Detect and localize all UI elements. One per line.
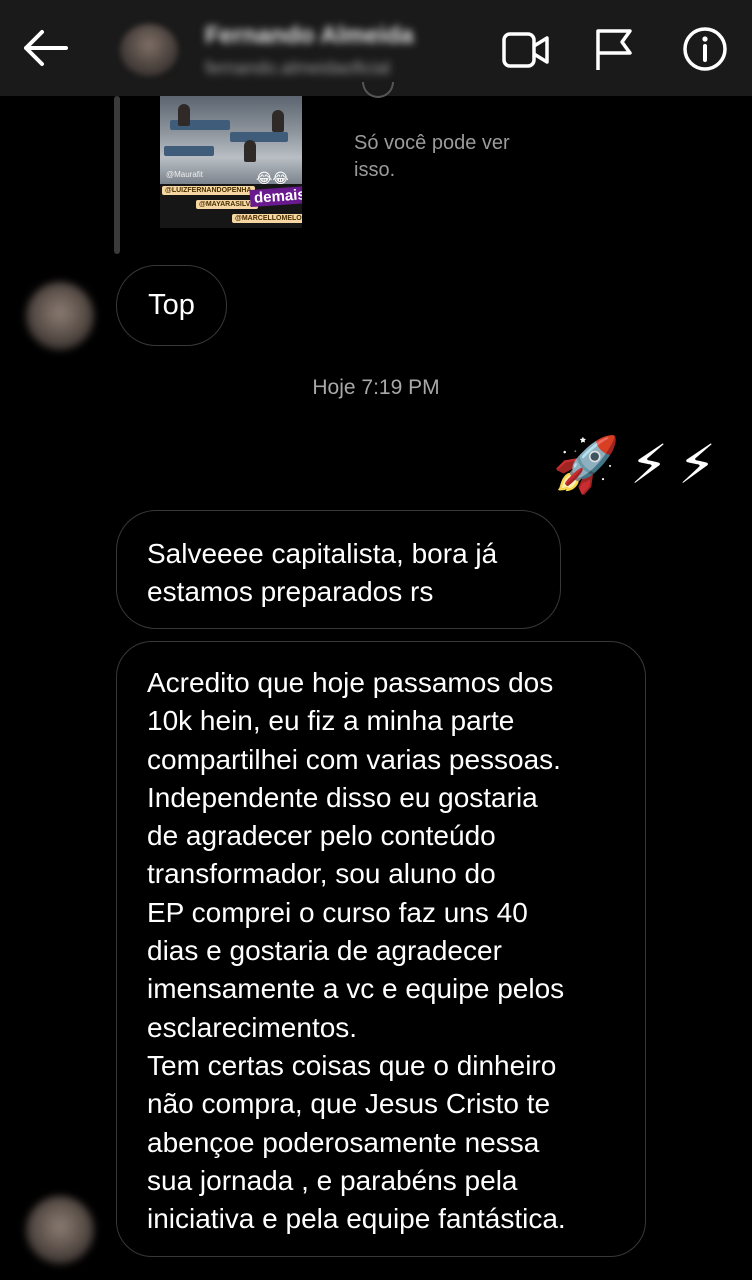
story-credit: @Maurafit: [166, 170, 204, 179]
message-text-line: dias e gostaria de agradecer: [147, 935, 502, 967]
info-icon: [683, 27, 727, 71]
message-text-line: imensamente a vc e equipe pelos: [147, 973, 565, 1005]
story-photo-detail: [230, 132, 288, 142]
message-bubble[interactable]: Salveeee capitalista, bora já estamos pr…: [116, 510, 561, 629]
message-text-line: compartilhei com varias pessoas.: [147, 743, 561, 775]
story-sticker: demais: [249, 185, 302, 208]
message-text-line: iniciativa e pela equipe fantástica.: [147, 1203, 566, 1235]
emoji-message[interactable]: 🚀⚡⚡: [516, 432, 726, 498]
story-mention-tag: @MAYARASILVA: [196, 200, 258, 209]
message-text-line: sua jornada , e parabéns pela: [147, 1164, 518, 1196]
message-text-line: esclarecimentos.: [147, 1011, 358, 1043]
message-text-line: Independente disso eu gostaria: [147, 781, 538, 813]
report-button[interactable]: [588, 24, 640, 76]
story-mention-tag: @LUIZFERNANDOPENHA: [162, 186, 255, 195]
message-timestamp: Hoje 7:19 PM: [312, 376, 440, 399]
story-mention-tag: @MARCELLOMELO: [232, 214, 302, 223]
back-button[interactable]: [14, 22, 76, 74]
flag-icon: [596, 29, 632, 70]
message-text-line: Tem certas coisas que o dinheiro: [147, 1049, 557, 1081]
contact-avatar[interactable]: [120, 24, 178, 76]
private-visibility-note: Só você pode ver isso.: [354, 132, 510, 181]
message-text-line: EP comprei o curso faz uns 40: [147, 896, 528, 928]
message-bubble[interactable]: Top: [116, 265, 227, 346]
story-photo-detail: [272, 110, 284, 132]
message-text-line: Salveeee capitalista, bora já: [147, 538, 498, 569]
message-text-line: 10k hein, eu fiz a minha parte: [147, 705, 515, 737]
story-emoji: 😂😂: [256, 170, 289, 186]
video-call-icon: [502, 32, 549, 68]
message-bubble[interactable]: Acredito que hoje passamos dos 10k hein,…: [116, 641, 646, 1257]
message-text-line: Acredito que hoje passamos dos: [147, 667, 554, 698]
contact-name[interactable]: Fernando Almeida: [205, 22, 413, 50]
message-text-line: estamos preparados rs: [147, 576, 434, 607]
story-photo-detail: [178, 104, 190, 126]
sender-avatar[interactable]: [26, 1196, 94, 1264]
story-photo-detail: [244, 140, 256, 162]
message-text-line: de agradecer pelo conteúdo: [147, 820, 496, 852]
reply-indicator-bar: [114, 96, 120, 254]
sender-avatar[interactable]: [26, 282, 94, 350]
contact-handle: fernando.almeidaoficial: [205, 58, 391, 78]
message-text-line: transformador, sou aluno do: [147, 858, 496, 890]
story-photo-detail: [164, 146, 214, 156]
video-call-button[interactable]: [496, 26, 556, 74]
shared-story-thumbnail[interactable]: @Maurafit 😂😂 @LUIZFERNANDOPENHA @MAYARAS…: [160, 96, 302, 228]
message-text-line: abençoe poderosamente nessa: [147, 1126, 540, 1158]
arrow-left-icon: [24, 30, 68, 66]
message-text: Top: [148, 289, 195, 321]
message-text-line: não compra, que Jesus Cristo te: [147, 1088, 551, 1120]
info-button[interactable]: [678, 22, 732, 76]
